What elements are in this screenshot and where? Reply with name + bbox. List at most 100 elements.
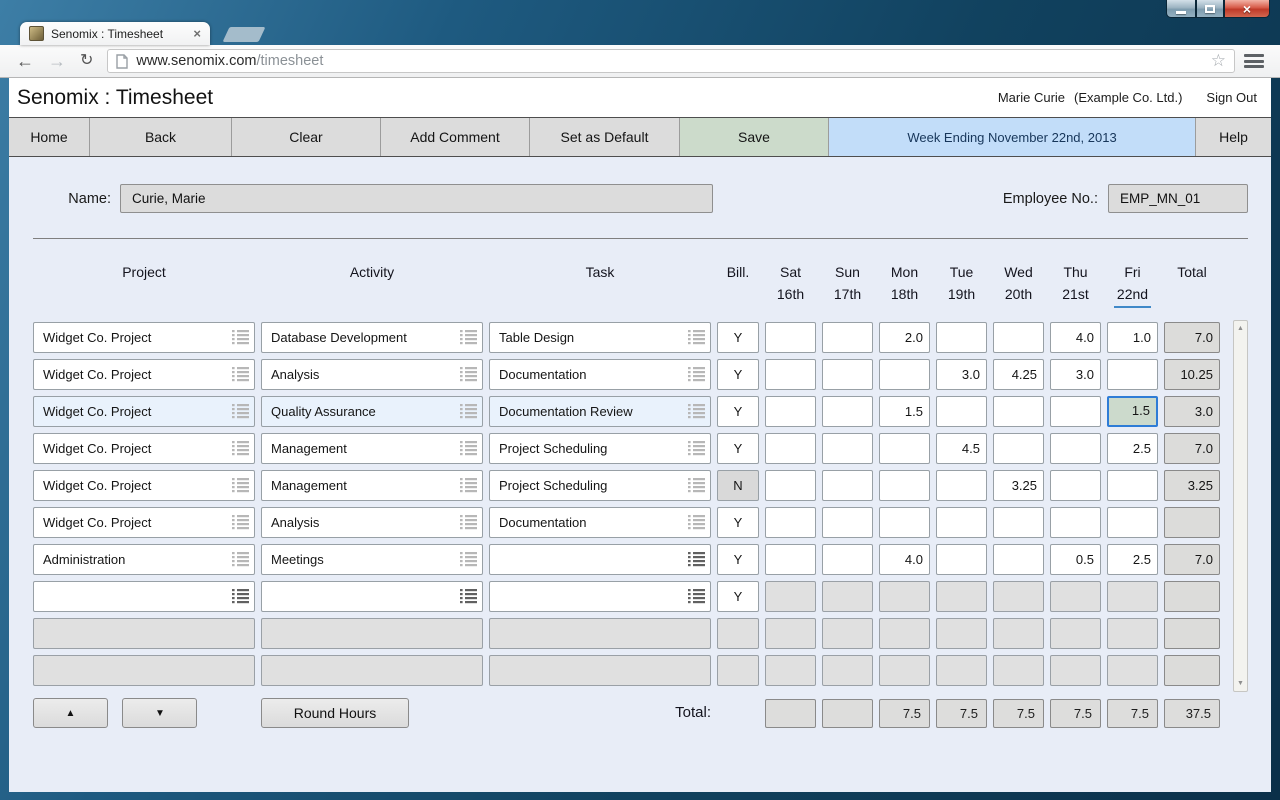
hours-cell[interactable] bbox=[765, 322, 816, 353]
reload-icon[interactable]: ↻ bbox=[80, 52, 93, 70]
hours-cell[interactable]: 1.0 bbox=[1107, 322, 1158, 353]
list-icon[interactable] bbox=[232, 330, 249, 345]
save-button[interactable]: Save bbox=[680, 118, 829, 156]
list-icon[interactable] bbox=[688, 515, 705, 530]
hours-cell[interactable] bbox=[993, 507, 1044, 538]
list-icon[interactable] bbox=[460, 515, 477, 530]
hours-cell[interactable]: 3.0 bbox=[1050, 359, 1101, 390]
url-bar[interactable]: www.senomix.com/timesheet ☆ bbox=[107, 49, 1235, 73]
hours-cell[interactable] bbox=[765, 359, 816, 390]
task-cell[interactable]: Documentation Review bbox=[489, 396, 711, 427]
clear-button[interactable]: Clear bbox=[232, 118, 381, 156]
hours-cell[interactable]: 4.0 bbox=[879, 544, 930, 575]
hours-cell[interactable] bbox=[879, 359, 930, 390]
hours-cell[interactable]: 3.0 bbox=[936, 359, 987, 390]
minimize-button[interactable] bbox=[1166, 0, 1196, 18]
tab-close-icon[interactable]: × bbox=[193, 26, 201, 41]
task-cell[interactable]: Documentation bbox=[489, 359, 711, 390]
task-cell[interactable] bbox=[489, 544, 711, 575]
list-icon[interactable] bbox=[460, 589, 477, 604]
hours-cell[interactable] bbox=[765, 544, 816, 575]
hours-cell[interactable] bbox=[822, 470, 873, 501]
list-icon[interactable] bbox=[232, 589, 249, 604]
hours-cell[interactable] bbox=[1050, 433, 1101, 464]
list-icon[interactable] bbox=[232, 515, 249, 530]
list-icon[interactable] bbox=[688, 330, 705, 345]
round-hours-button[interactable]: Round Hours bbox=[261, 698, 409, 728]
hours-cell[interactable] bbox=[822, 544, 873, 575]
week-ending-button[interactable]: Week Ending November 22nd, 2013 bbox=[829, 118, 1196, 156]
hours-cell[interactable]: 4.25 bbox=[993, 359, 1044, 390]
hours-cell[interactable] bbox=[936, 322, 987, 353]
hours-cell[interactable]: 3.25 bbox=[993, 470, 1044, 501]
scroll-down-icon[interactable]: ▼ bbox=[1234, 680, 1247, 687]
activity-cell[interactable]: Quality Assurance bbox=[261, 396, 483, 427]
billable-cell[interactable]: Y bbox=[717, 433, 759, 464]
project-cell[interactable]: Widget Co. Project bbox=[33, 359, 255, 390]
list-icon[interactable] bbox=[232, 478, 249, 493]
hours-cell[interactable]: 2.5 bbox=[1107, 544, 1158, 575]
billable-cell[interactable]: Y bbox=[717, 322, 759, 353]
task-cell[interactable]: Project Scheduling bbox=[489, 433, 711, 464]
list-icon[interactable] bbox=[688, 478, 705, 493]
set-as-default-button[interactable]: Set as Default bbox=[530, 118, 680, 156]
hours-cell[interactable] bbox=[936, 544, 987, 575]
hours-cell[interactable] bbox=[1050, 470, 1101, 501]
add-comment-button[interactable]: Add Comment bbox=[381, 118, 530, 156]
hours-cell[interactable] bbox=[936, 470, 987, 501]
hours-cell[interactable] bbox=[822, 396, 873, 427]
hours-cell[interactable] bbox=[879, 470, 930, 501]
bookmark-star-icon[interactable]: ☆ bbox=[1211, 51, 1226, 71]
hours-cell[interactable] bbox=[993, 396, 1044, 427]
back-button[interactable]: Back bbox=[90, 118, 232, 156]
project-cell[interactable]: Widget Co. Project bbox=[33, 396, 255, 427]
new-tab-button[interactable] bbox=[223, 27, 266, 42]
list-icon[interactable] bbox=[460, 478, 477, 493]
hours-cell[interactable] bbox=[765, 507, 816, 538]
activity-cell[interactable]: Management bbox=[261, 470, 483, 501]
list-icon[interactable] bbox=[232, 552, 249, 567]
list-icon[interactable] bbox=[688, 441, 705, 456]
task-cell[interactable]: Table Design bbox=[489, 322, 711, 353]
hours-cell[interactable] bbox=[936, 507, 987, 538]
hours-cell[interactable] bbox=[1050, 396, 1101, 427]
hours-cell[interactable]: 4.5 bbox=[936, 433, 987, 464]
billable-cell[interactable]: Y bbox=[717, 544, 759, 575]
hours-cell-focused[interactable]: 1.5 bbox=[1107, 396, 1158, 427]
list-icon[interactable] bbox=[460, 441, 477, 456]
billable-cell[interactable]: Y bbox=[717, 507, 759, 538]
project-cell[interactable]: Widget Co. Project bbox=[33, 322, 255, 353]
move-row-up-button[interactable]: ▲ bbox=[33, 698, 108, 728]
task-cell[interactable]: Documentation bbox=[489, 507, 711, 538]
help-button[interactable]: Help bbox=[1196, 118, 1271, 156]
list-icon[interactable] bbox=[688, 367, 705, 382]
hours-cell[interactable]: 2.0 bbox=[879, 322, 930, 353]
hours-cell[interactable] bbox=[822, 359, 873, 390]
forward-icon[interactable]: → bbox=[48, 52, 66, 70]
hours-cell[interactable] bbox=[765, 396, 816, 427]
activity-cell[interactable]: Analysis bbox=[261, 359, 483, 390]
hours-cell[interactable] bbox=[1107, 359, 1158, 390]
activity-cell[interactable]: Database Development bbox=[261, 322, 483, 353]
project-cell[interactable]: Administration bbox=[33, 544, 255, 575]
hours-cell[interactable] bbox=[1107, 470, 1158, 501]
hours-cell[interactable]: 2.5 bbox=[1107, 433, 1158, 464]
hours-cell[interactable] bbox=[993, 322, 1044, 353]
activity-cell[interactable]: Management bbox=[261, 433, 483, 464]
hours-cell[interactable] bbox=[879, 433, 930, 464]
table-scrollbar[interactable]: ▲ ▼ bbox=[1233, 320, 1248, 692]
hours-cell[interactable] bbox=[1050, 507, 1101, 538]
hours-cell[interactable] bbox=[822, 433, 873, 464]
move-row-down-button[interactable]: ▼ bbox=[122, 698, 197, 728]
list-icon[interactable] bbox=[232, 404, 249, 419]
hours-cell[interactable] bbox=[822, 322, 873, 353]
hours-cell[interactable] bbox=[1107, 507, 1158, 538]
hours-cell[interactable] bbox=[765, 433, 816, 464]
close-button[interactable]: × bbox=[1224, 0, 1270, 18]
list-icon[interactable] bbox=[232, 367, 249, 382]
activity-cell[interactable] bbox=[261, 581, 483, 612]
list-icon[interactable] bbox=[460, 367, 477, 382]
billable-cell[interactable]: Y bbox=[717, 581, 759, 612]
project-cell[interactable] bbox=[33, 581, 255, 612]
menu-icon[interactable] bbox=[1244, 54, 1264, 68]
